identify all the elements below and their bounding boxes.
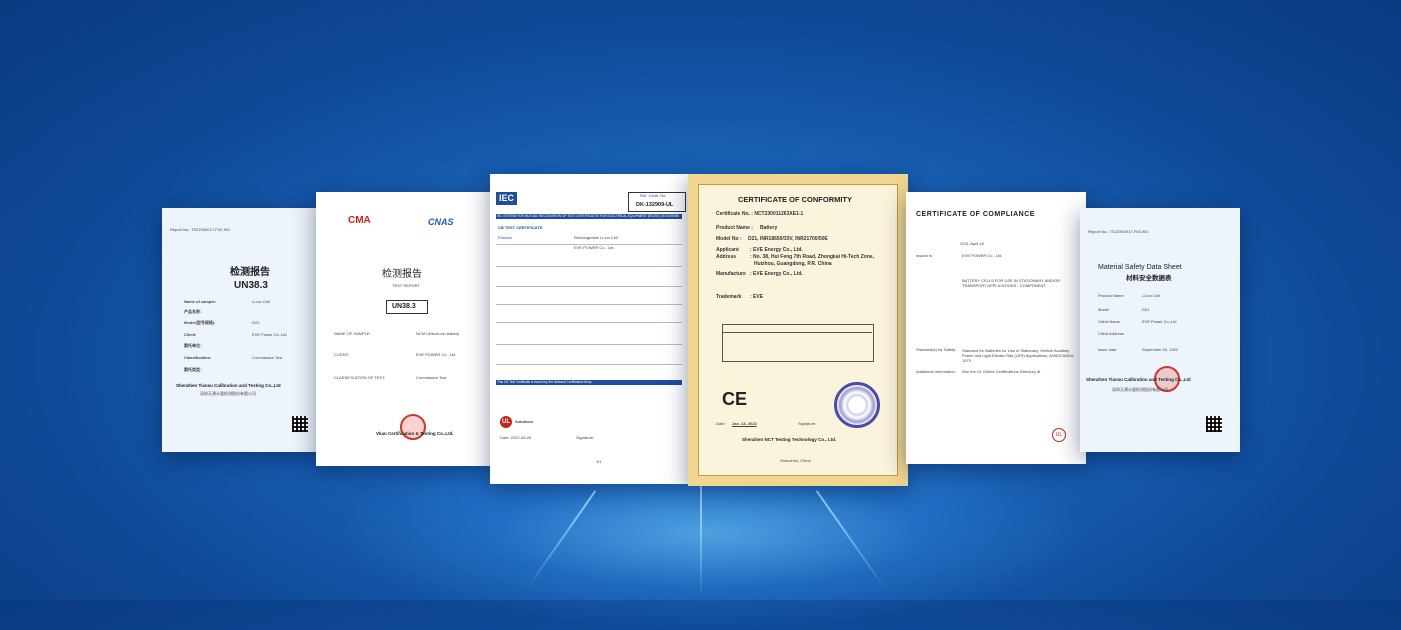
certificate-un38-vkan: CMA CNAS 检测报告 TEST REPORT UN38.3 NAME OF… xyxy=(316,192,492,466)
ce-mark-icon: CE xyxy=(722,389,748,409)
certificate-msds: Report No.: TS22300017-F03-901 Material … xyxy=(1080,208,1240,452)
cnas-logo-icon: CNAS xyxy=(428,217,454,227)
cma-logo-icon: CMA xyxy=(348,215,371,226)
light-streak xyxy=(700,485,702,600)
banner-background: Report No.: T922300017-F0Z-901 检测报告 UN38… xyxy=(0,0,1401,630)
certificate-iec-cb: IEC Ref. Certif. No. DK-132909-UL IEC SY… xyxy=(490,174,688,484)
title-cn: 检测报告 xyxy=(230,267,270,278)
certificate-ul-compliance: CERTIFICATE OF COMPLIANCE 2021-April-16 … xyxy=(906,192,1086,464)
qr-code-icon xyxy=(1206,416,1222,432)
ul-logo-icon: UL xyxy=(500,416,512,428)
cert-title: CERTIFICATE OF CONFORMITY xyxy=(738,195,853,204)
iec-logo-icon: IEC xyxy=(496,192,518,205)
report-number: Report No.: T922300017-F0Z-901 xyxy=(170,227,231,232)
blue-seal-icon xyxy=(834,382,880,428)
title-en: UN38.3 xyxy=(234,280,268,291)
certificate-un38-tiansu: Report No.: T922300017-F0Z-901 检测报告 UN38… xyxy=(162,208,322,452)
qr-code-icon xyxy=(292,416,308,432)
certificate-ce-conformity: CERTIFICATE OF CONFORMITY Certificate No… xyxy=(688,174,908,486)
ul-logo-icon: UL xyxy=(1052,428,1066,442)
floor-glow xyxy=(330,470,1090,630)
